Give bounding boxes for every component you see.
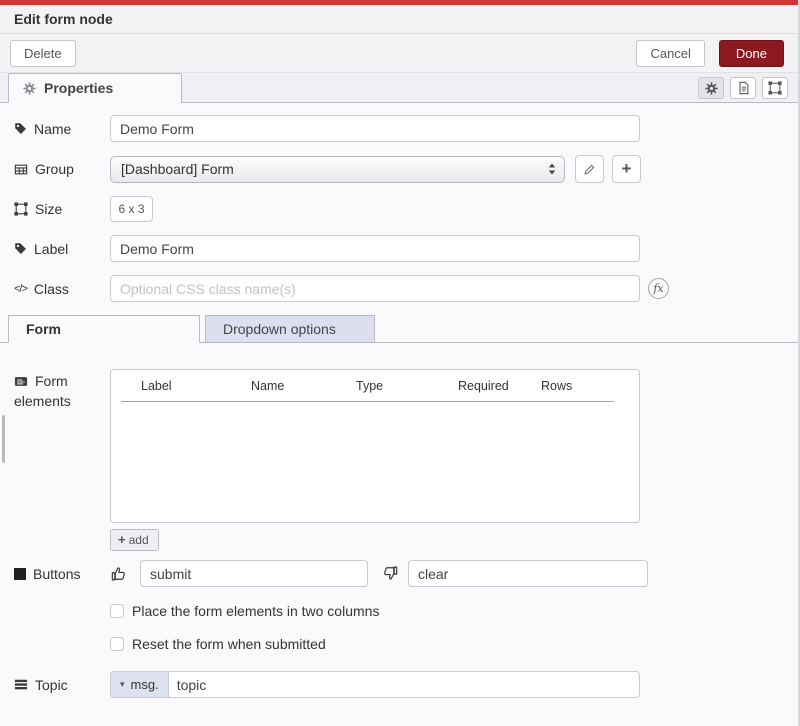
tab-properties-label: Properties bbox=[44, 80, 113, 96]
code-icon: </> bbox=[14, 283, 27, 295]
topic-type-label: msg. bbox=[131, 677, 159, 692]
name-row: Name bbox=[14, 115, 782, 142]
plus-icon: + bbox=[622, 159, 632, 179]
buttons-label: Buttons bbox=[14, 566, 110, 582]
checkbox[interactable] bbox=[110, 637, 124, 651]
topic-row: Topic ▾ msg. bbox=[14, 671, 782, 698]
thumbs-down-icon bbox=[380, 565, 400, 582]
plus-icon: + bbox=[118, 532, 126, 547]
checkbox-label: Reset the form when submitted bbox=[132, 636, 326, 652]
form-elements-header: Label Name Type Required Rows bbox=[111, 370, 639, 393]
column-header: Required bbox=[458, 379, 541, 393]
scrollbar-thumb[interactable] bbox=[2, 415, 5, 463]
group-row: Group [Dashboard] Form + bbox=[14, 155, 782, 183]
done-button[interactable]: Done bbox=[719, 40, 784, 67]
topic-input[interactable] bbox=[169, 672, 639, 697]
column-header: Rows bbox=[541, 379, 572, 393]
size-row: Size 6 x 3 bbox=[14, 196, 782, 222]
fx-expand-icon[interactable]: fx bbox=[648, 278, 669, 299]
tab-properties[interactable]: Properties bbox=[8, 73, 182, 103]
cancel-button[interactable]: Cancel bbox=[636, 40, 704, 67]
group-select-value: [Dashboard] Form bbox=[121, 161, 547, 177]
group-label: Group bbox=[14, 161, 110, 177]
class-row: </> Class fx bbox=[14, 275, 782, 302]
header-divider bbox=[121, 401, 614, 402]
checkbox[interactable] bbox=[110, 604, 124, 618]
properties-panel: Name Group [Dashboard] Form bbox=[0, 103, 798, 698]
name-label: Name bbox=[14, 121, 110, 137]
description-icon-button[interactable] bbox=[730, 77, 756, 99]
object-group-icon bbox=[14, 202, 28, 216]
topic-typed-input: ▾ msg. bbox=[110, 671, 640, 698]
caret-down-icon: ▾ bbox=[120, 679, 125, 690]
buttons-row: Buttons bbox=[14, 560, 782, 587]
dialog-title: Edit form node bbox=[14, 11, 113, 27]
gear-icon bbox=[705, 82, 718, 95]
checkbox-label: Place the form elements in two columns bbox=[132, 603, 379, 619]
add-element-button[interactable]: + add bbox=[110, 529, 159, 551]
topic-label: Topic bbox=[14, 677, 110, 693]
square-icon bbox=[14, 568, 26, 580]
properties-icon-button[interactable] bbox=[698, 77, 724, 99]
form-elements-table[interactable]: Label Name Type Required Rows bbox=[110, 369, 640, 523]
tab-icon-buttons bbox=[698, 77, 788, 99]
document-icon bbox=[737, 81, 750, 95]
size-button[interactable]: 6 x 3 bbox=[110, 196, 153, 222]
form-elements-label: Form elements bbox=[14, 369, 110, 411]
list-icon bbox=[14, 375, 28, 388]
column-header: Type bbox=[356, 379, 458, 393]
column-header: Name bbox=[251, 379, 356, 393]
dialog-header: Edit form node bbox=[0, 5, 798, 34]
group-add-button[interactable]: + bbox=[612, 155, 641, 183]
thumbs-up-icon bbox=[110, 565, 140, 582]
label-label: Label bbox=[14, 241, 110, 257]
submit-button-input[interactable] bbox=[140, 560, 368, 587]
size-label: Size bbox=[14, 201, 110, 217]
table-icon bbox=[14, 163, 28, 176]
appearance-icon-button[interactable] bbox=[762, 77, 788, 99]
gear-icon bbox=[23, 82, 36, 95]
object-group-icon bbox=[768, 81, 782, 95]
class-input[interactable] bbox=[110, 275, 640, 302]
edit-node-dialog: Edit form node Delete Cancel Done bbox=[0, 0, 800, 726]
name-input[interactable] bbox=[110, 115, 640, 142]
form-tabbar: Form Dropdown options bbox=[0, 315, 798, 343]
group-select[interactable]: [Dashboard] Form bbox=[110, 156, 565, 183]
dialog-toolbar: Delete Cancel Done bbox=[0, 34, 798, 73]
select-arrows-icon bbox=[547, 162, 557, 176]
column-header: Label bbox=[141, 379, 251, 393]
reset-form-checkbox-row[interactable]: Reset the form when submitted bbox=[110, 636, 782, 652]
tab-form[interactable]: Form bbox=[8, 315, 200, 343]
class-label: </> Class bbox=[14, 281, 110, 297]
tab-dropdown-options[interactable]: Dropdown options bbox=[205, 315, 375, 343]
tasks-icon bbox=[14, 678, 28, 691]
tag-icon bbox=[14, 122, 27, 135]
form-elements-row: Form elements Label Name Type Required R… bbox=[14, 369, 782, 523]
edit-tabbar: Properties bbox=[0, 73, 798, 103]
two-columns-checkbox-row[interactable]: Place the form elements in two columns bbox=[110, 603, 782, 619]
group-edit-button[interactable] bbox=[575, 155, 604, 183]
tag-icon bbox=[14, 242, 27, 255]
topic-type-button[interactable]: ▾ msg. bbox=[111, 672, 169, 697]
add-row: + add bbox=[110, 529, 782, 551]
label-row: Label bbox=[14, 235, 782, 262]
label-input[interactable] bbox=[110, 235, 640, 262]
pencil-icon bbox=[583, 163, 596, 176]
delete-button[interactable]: Delete bbox=[10, 40, 76, 67]
clear-button-input[interactable] bbox=[408, 560, 648, 587]
